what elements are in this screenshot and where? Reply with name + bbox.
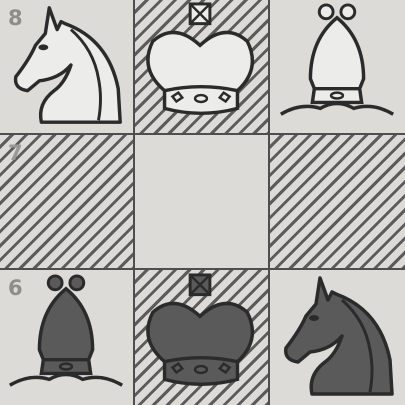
- square-b7[interactable]: [135, 135, 268, 268]
- white-king-icon[interactable]: [135, 0, 268, 133]
- square-b8[interactable]: [135, 0, 268, 133]
- square-b6[interactable]: [135, 270, 268, 405]
- chess-board: 8 7 6: [0, 0, 405, 405]
- black-knight-icon[interactable]: [270, 270, 405, 405]
- square-c8[interactable]: [270, 0, 405, 133]
- square-a6[interactable]: 6: [0, 270, 133, 405]
- square-a8[interactable]: 8: [0, 0, 133, 133]
- rank-label: 7: [8, 141, 23, 165]
- black-bishop-icon[interactable]: [0, 270, 133, 405]
- square-c7[interactable]: [270, 135, 405, 268]
- square-c6[interactable]: [270, 270, 405, 405]
- white-bishop-icon[interactable]: [270, 0, 405, 133]
- white-knight-icon[interactable]: [0, 0, 133, 133]
- black-king-icon[interactable]: [135, 270, 268, 405]
- square-a7[interactable]: 7: [0, 135, 133, 268]
